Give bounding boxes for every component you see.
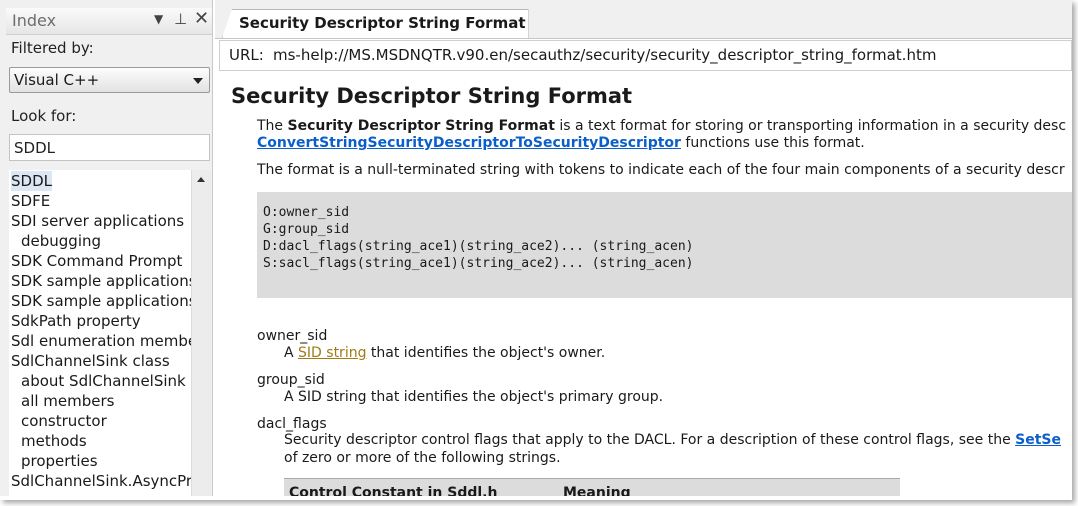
- list-item[interactable]: SdlChannelSink class: [11, 351, 170, 371]
- look-for-input[interactable]: [9, 134, 210, 161]
- list-item[interactable]: SDFE: [11, 191, 50, 211]
- list-item[interactable]: SDK Command Prompt: [11, 251, 182, 271]
- list-item[interactable]: SDK sample applications: [11, 291, 191, 311]
- intro-bold-term: Security Descriptor String Format: [287, 118, 555, 134]
- page-title: Security Descriptor String Format: [231, 84, 633, 108]
- list-item[interactable]: all members: [21, 391, 114, 411]
- pin-icon[interactable]: ⊥: [174, 10, 187, 28]
- setse-link[interactable]: SetSe: [1015, 432, 1061, 448]
- tab-security-descriptor[interactable]: Security Descriptor String Format: [222, 9, 529, 38]
- list-item[interactable]: SDDL: [11, 171, 52, 191]
- index-pane-header: Index ▼ ⊥ ✕: [6, 8, 212, 35]
- document-content: Security Descriptor String Format The Se…: [219, 71, 1072, 496]
- code-line: G:group_sid: [263, 222, 350, 237]
- intro-paragraph: The Security Descriptor String Format is…: [257, 118, 1066, 135]
- list-item[interactable]: SdlChannelSink.AsyncPro: [11, 471, 191, 491]
- intro-text: is a text format for storing or transpor…: [554, 118, 1067, 134]
- term-group-sid: group_sid: [257, 372, 325, 388]
- index-scrollbar[interactable]: [191, 170, 211, 496]
- def-dacl-flags-line2: of zero or more of the following strings…: [284, 450, 561, 466]
- def-group-sid: A SID string that identifies the object'…: [284, 389, 664, 405]
- pane-dropdown-icon[interactable]: ▼: [154, 12, 163, 26]
- term-owner-sid: owner_sid: [257, 328, 328, 344]
- def-dacl-flags: Security descriptor control flags that a…: [284, 431, 1061, 449]
- tab-strip: Security Descriptor String Format: [215, 0, 1072, 39]
- code-line: S:sacl_flags(string_ace1)(string_ace2)..…: [263, 256, 694, 271]
- term-dacl-flags: dacl_flags: [257, 416, 327, 432]
- index-list: SDDL SDFE SDI server applications debugg…: [9, 170, 191, 496]
- scroll-up-icon[interactable]: [197, 177, 205, 182]
- list-item[interactable]: SdkPath property: [11, 311, 141, 331]
- list-item[interactable]: constructor: [21, 411, 107, 431]
- index-pane-title: Index: [12, 11, 57, 30]
- list-item[interactable]: about SdlChannelSink c: [21, 371, 191, 391]
- look-for-label: Look for:: [11, 107, 77, 125]
- list-item[interactable]: debugging: [21, 231, 101, 251]
- def-owner-sid: A SID string that identifies the object'…: [284, 344, 605, 362]
- list-item[interactable]: properties: [21, 451, 98, 471]
- sid-string-link[interactable]: SID string: [298, 345, 366, 361]
- def-text: A: [284, 345, 299, 361]
- table-header-cell: Control Constant in Sddl.h: [289, 485, 498, 496]
- table-header: Control Constant in Sddl.h Meaning: [284, 478, 900, 496]
- index-pane: Index ▼ ⊥ ✕ Filtered by: Visual C++ Look…: [0, 0, 213, 496]
- list-item[interactable]: Sdl enumeration membe: [11, 331, 191, 351]
- def-text: that identifies the object's owner.: [366, 345, 606, 361]
- url-value[interactable]: ms-help://MS.MSDNQTR.v90.en/secauthz/sec…: [273, 41, 936, 70]
- list-item[interactable]: SDI server applications: [11, 211, 184, 231]
- table-header-cell: Meaning: [563, 485, 631, 496]
- url-bar[interactable]: URL: ms-help://MS.MSDNQTR.v90.en/secauth…: [219, 40, 1072, 71]
- document-pane: Security Descriptor String Format URL: m…: [215, 0, 1072, 496]
- close-icon[interactable]: ✕: [194, 8, 209, 29]
- filtered-by-label: Filtered by:: [11, 39, 94, 57]
- def-text: Security descriptor control flags that a…: [284, 432, 1016, 448]
- filter-select[interactable]: Visual C++: [9, 67, 210, 93]
- code-line: O:owner_sid: [263, 205, 350, 220]
- intro-paragraph-line2: ConvertStringSecurityDescriptorToSecurit…: [257, 135, 865, 152]
- filter-select-value: Visual C++: [14, 71, 100, 89]
- code-block: O:owner_sid G:group_sid D:dacl_flags(str…: [257, 192, 1072, 298]
- chevron-down-icon: [193, 78, 203, 84]
- format-paragraph: The format is a null-terminated string w…: [257, 162, 1065, 178]
- list-item[interactable]: methods: [21, 431, 87, 451]
- intro-text: The: [257, 118, 288, 134]
- list-item[interactable]: SDK sample applications: [11, 271, 191, 291]
- intro-text: functions use this format.: [680, 135, 865, 151]
- code-line: D:dacl_flags(string_ace1)(string_ace2)..…: [263, 239, 694, 254]
- url-label: URL:: [229, 46, 264, 64]
- convert-function-link[interactable]: ConvertStringSecurityDescriptorToSecurit…: [257, 135, 681, 151]
